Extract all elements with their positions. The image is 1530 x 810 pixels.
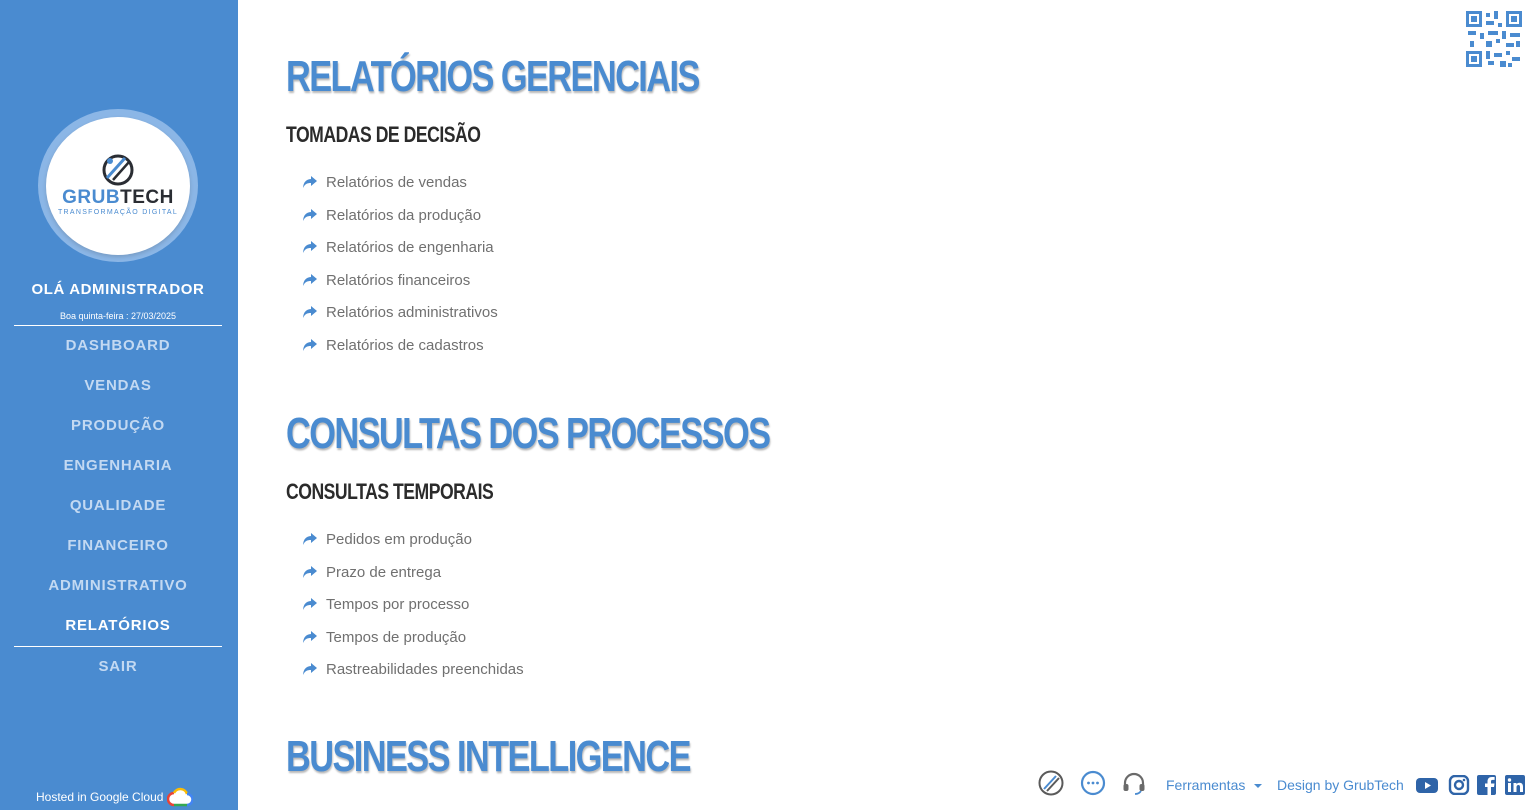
share-arrow-icon (303, 241, 317, 253)
nav-item-dashboard[interactable]: DASHBOARD (0, 337, 236, 354)
divider (14, 325, 222, 326)
headset-support-icon[interactable] (1121, 770, 1147, 796)
share-arrow-icon (303, 598, 317, 610)
report-link[interactable]: Relatórios da produção (302, 205, 481, 225)
query-link[interactable]: Pedidos em produção (302, 529, 472, 549)
section-subtitle-tomadas-de-decisao: TOMADAS DE DECISÃO (286, 122, 481, 147)
qr-code-icon (1466, 11, 1522, 67)
logo-word-left: GRUB (62, 187, 121, 208)
greeting-date: Boa quinta-feira : 27/03/2025 (59, 311, 177, 321)
link-label: Rastreabilidades preenchidas (326, 660, 524, 678)
nav-item-qualidade[interactable]: QUALIDADE (0, 497, 236, 514)
nav-item-administrativo[interactable]: ADMINISTRATIVO (0, 577, 236, 594)
linkedin-icon[interactable] (1504, 775, 1526, 795)
section-title-consultas-dos-processos: CONSULTAS DOS PROCESSOS (286, 409, 771, 458)
nav-item-engenharia[interactable]: ENGENHARIA (0, 457, 236, 474)
nav-item-sair[interactable]: SAIR (0, 658, 236, 675)
design-credit-link[interactable]: Design by GrubTech (1277, 777, 1404, 793)
tools-label: Ferramentas (1166, 777, 1246, 793)
hosted-badge: Hosted in Google Cloud (36, 787, 194, 807)
link-label: Tempos de produção (326, 628, 467, 646)
link-label: Relatórios financeiros (326, 271, 471, 289)
link-label: Relatórios administrativos (326, 303, 498, 321)
facebook-icon[interactable] (1476, 775, 1498, 795)
share-arrow-icon (303, 663, 317, 675)
caret-down-icon (1254, 784, 1263, 788)
link-label: Tempos por processo (326, 595, 470, 613)
grubtech-logo-icon (102, 154, 134, 186)
instagram-icon[interactable] (1448, 775, 1470, 795)
tools-dropdown[interactable]: Ferramentas (1166, 777, 1263, 793)
report-link[interactable]: Relatórios de vendas (302, 172, 467, 192)
grubtech-badge-icon[interactable] (1038, 770, 1064, 796)
link-label: Relatórios de engenharia (326, 238, 494, 256)
query-link[interactable]: Rastreabilidades preenchidas (302, 659, 524, 679)
nav-item-relatorios[interactable]: RELATÓRIOS (0, 617, 236, 634)
nav-item-financeiro[interactable]: FINANCEIRO (0, 537, 236, 554)
share-arrow-icon (303, 631, 317, 643)
link-label: Prazo de entrega (326, 563, 442, 581)
report-link[interactable]: Relatórios financeiros (302, 270, 470, 290)
share-arrow-icon (303, 274, 317, 286)
link-label: Relatórios de vendas (326, 173, 467, 191)
query-link[interactable]: Prazo de entrega (302, 562, 441, 582)
share-arrow-icon (303, 566, 317, 578)
report-link[interactable]: Relatórios de cadastros (302, 335, 484, 355)
link-label: Relatórios de cadastros (326, 336, 484, 354)
logo[interactable]: GRUBTECH TRANSFORMAÇÃO DIGITAL (46, 117, 190, 255)
google-cloud-icon (167, 787, 194, 807)
report-link[interactable]: Relatórios administrativos (302, 302, 498, 322)
hosted-label: Hosted in Google Cloud (36, 790, 164, 804)
logo-word-right: TECH (120, 187, 174, 208)
query-link[interactable]: Tempos por processo (302, 594, 469, 614)
nav-item-producao[interactable]: PRODUÇÃO (0, 417, 236, 434)
share-arrow-icon (303, 209, 317, 221)
nav-item-vendas[interactable]: VENDAS (0, 377, 236, 394)
logo-wordmark: GRUBTECH (46, 187, 190, 209)
sidebar: GRUBTECH TRANSFORMAÇÃO DIGITAL OLÁ ADMIN… (0, 0, 238, 810)
share-arrow-icon (303, 306, 317, 318)
report-link[interactable]: Relatórios de engenharia (302, 237, 494, 257)
link-label: Relatórios da produção (326, 206, 482, 224)
link-label: Pedidos em produção (326, 530, 472, 548)
section-subtitle-consultas-temporais: CONSULTAS TEMPORAIS (286, 479, 494, 504)
section-title-business-intelligence: BUSINESS INTELLIGENCE (286, 732, 691, 781)
divider (14, 646, 222, 647)
chat-icon[interactable] (1080, 770, 1106, 796)
youtube-icon[interactable] (1416, 775, 1438, 795)
share-arrow-icon (303, 176, 317, 188)
share-arrow-icon (303, 533, 317, 545)
greeting: OLÁ ADMINISTRADOR (31, 281, 205, 298)
section-title-relatorios-gerenciais: RELATÓRIOS GERENCIAIS (286, 52, 700, 101)
query-link[interactable]: Tempos de produção (302, 627, 466, 647)
logo-tagline: TRANSFORMAÇÃO DIGITAL (57, 209, 179, 216)
share-arrow-icon (303, 339, 317, 351)
